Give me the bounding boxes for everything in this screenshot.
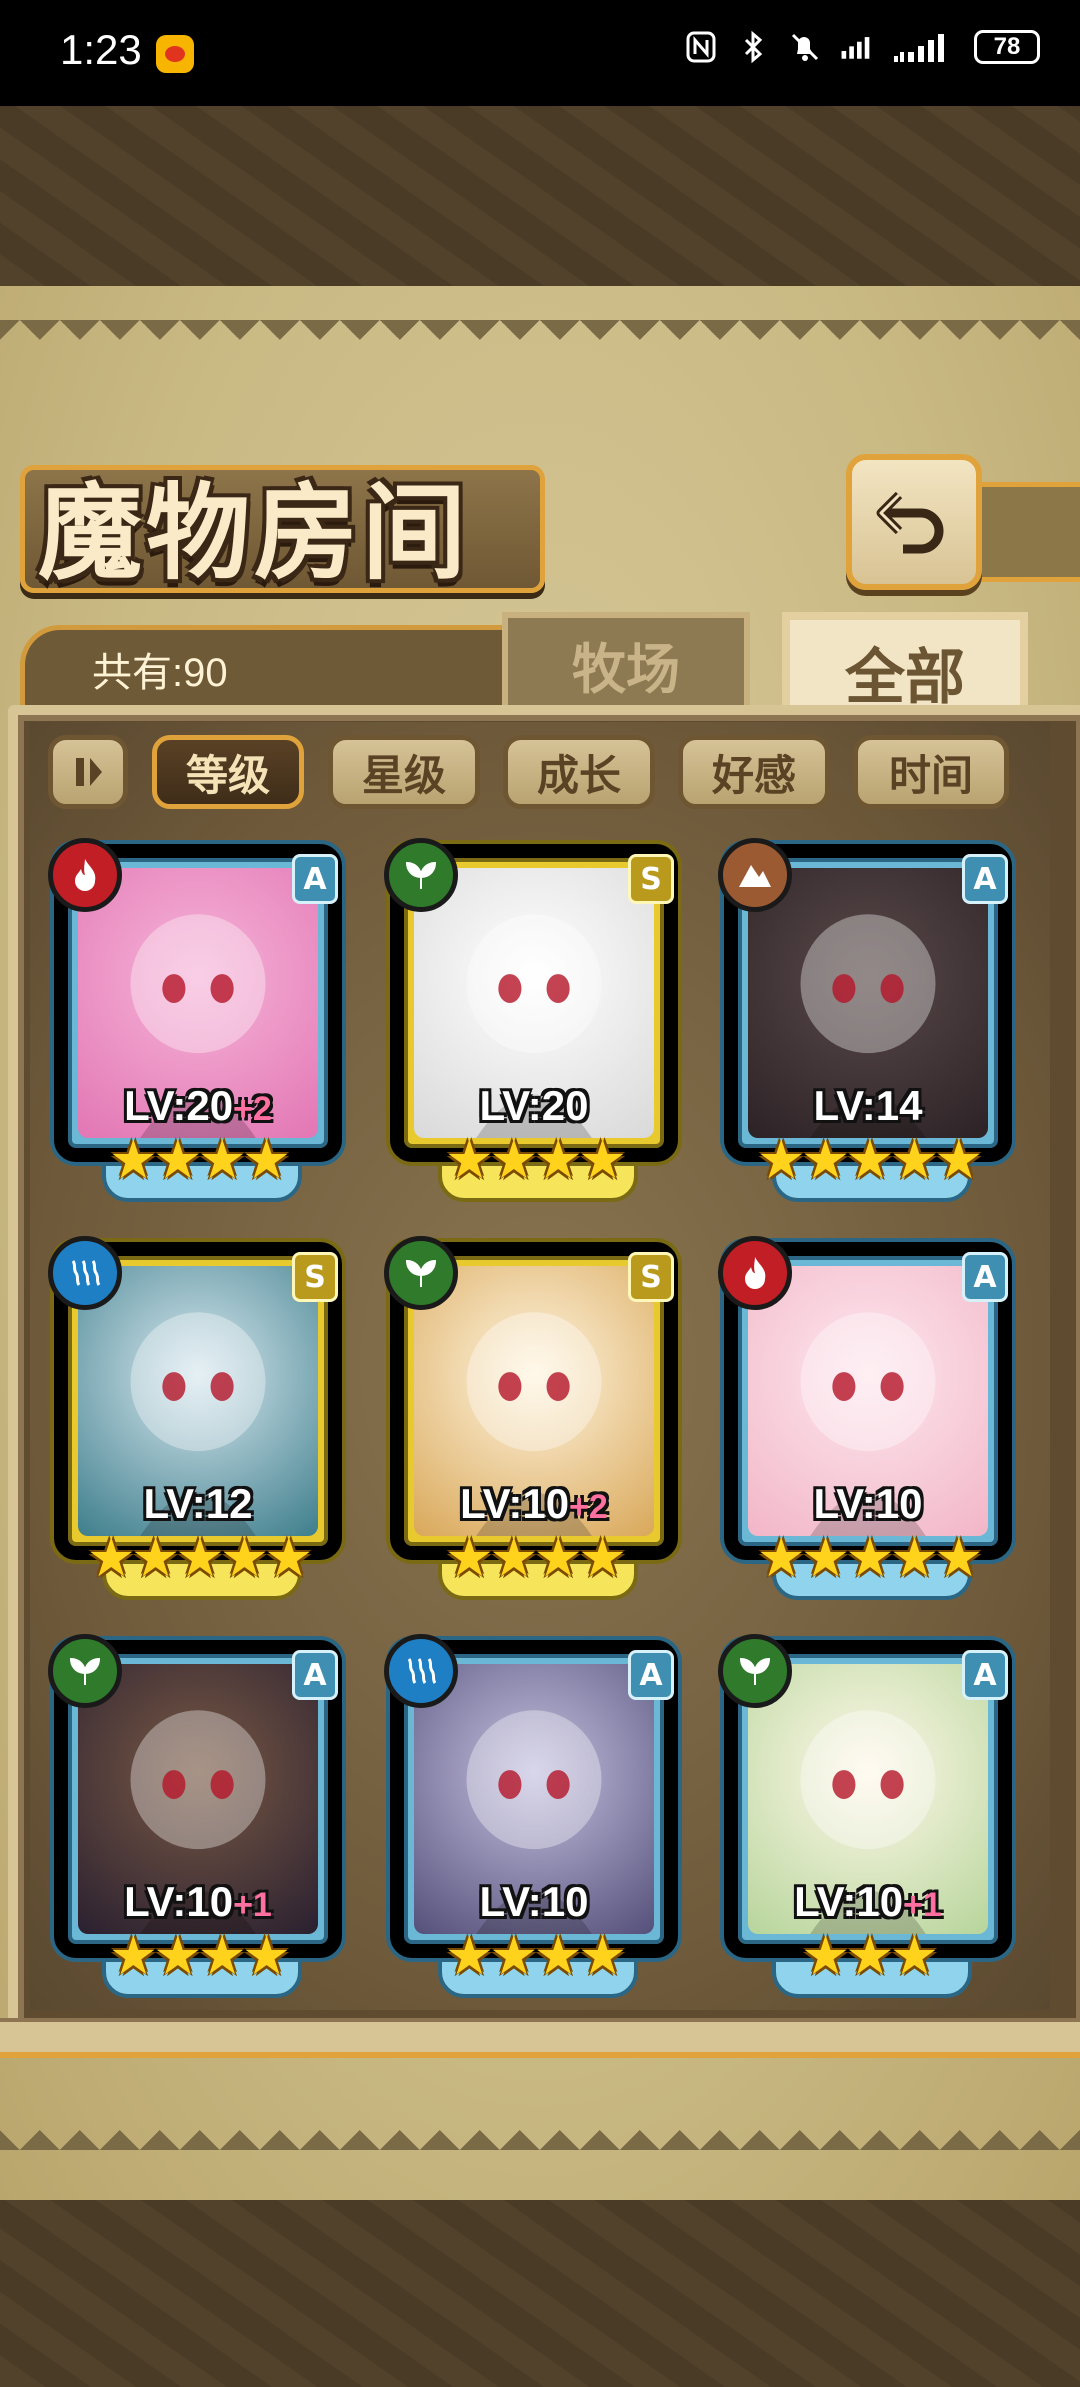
map-background-bottom bbox=[0, 2200, 1080, 2387]
monster-level: LV:12 bbox=[48, 1480, 348, 1528]
star-rating: ★★★★★ bbox=[756, 1526, 983, 1589]
return-icon bbox=[876, 491, 944, 554]
star-rating: ★★★★ bbox=[445, 1526, 627, 1589]
page-title: 魔物房间 bbox=[38, 471, 471, 594]
status-bar: 1:23 78 bbox=[0, 0, 1080, 106]
status-time: 1:23 bbox=[60, 26, 142, 73]
leaf-element-icon bbox=[718, 1634, 792, 1708]
star-rating: ★★★★ bbox=[445, 1128, 627, 1191]
panel-bottom-rail bbox=[0, 2018, 1080, 2058]
rank-badge: A bbox=[962, 1252, 1008, 1302]
monster-card[interactable]: A LV:10+1 ★★★ bbox=[718, 1634, 1018, 1998]
level-text: LV:10 bbox=[794, 1878, 904, 1925]
star-rating: ★★★★★ bbox=[86, 1526, 313, 1589]
tab-pasture[interactable]: 牧场 bbox=[502, 612, 750, 716]
rank-badge: A bbox=[628, 1650, 674, 1700]
level-text: LV:10 bbox=[813, 1480, 923, 1527]
monster-card[interactable]: S LV:20 ★★★★ bbox=[384, 838, 684, 1202]
water-element-icon bbox=[48, 1236, 122, 1310]
battery-indicator: 78 bbox=[974, 30, 1040, 64]
monster-card[interactable]: A LV:10 ★★★★★ bbox=[718, 1236, 1018, 1600]
pause-icon bbox=[76, 758, 102, 786]
rank-badge: S bbox=[628, 1252, 674, 1302]
monster-card[interactable]: A LV:14 ★★★★★ bbox=[718, 838, 1018, 1202]
signal-4g-icon bbox=[892, 30, 956, 64]
rank-badge: S bbox=[628, 854, 674, 904]
rank-badge: A bbox=[962, 1650, 1008, 1700]
fire-element-icon bbox=[718, 1236, 792, 1310]
torn-edge-bottom bbox=[0, 2110, 1080, 2150]
star-rating: ★★★★★ bbox=[756, 1128, 983, 1191]
monster-level: LV:20+2 bbox=[48, 1082, 348, 1130]
leaf-element-icon bbox=[384, 838, 458, 912]
monster-card[interactable]: A LV:20+2 ★★★★ bbox=[48, 838, 348, 1202]
back-button[interactable] bbox=[846, 454, 982, 590]
monster-level: LV:10+2 bbox=[384, 1480, 684, 1528]
rank-badge: A bbox=[292, 854, 338, 904]
level-text: LV:20 bbox=[479, 1082, 589, 1129]
star-rating: ★★★★ bbox=[109, 1128, 291, 1191]
monster-card[interactable]: A LV:10 ★★★★ bbox=[384, 1634, 684, 1998]
level-text: LV:12 bbox=[143, 1480, 253, 1527]
level-bonus: +1 bbox=[903, 1886, 942, 1924]
water-element-icon bbox=[384, 1634, 458, 1708]
monster-level: LV:20 bbox=[384, 1082, 684, 1130]
monster-card[interactable]: A LV:10+1 ★★★★ bbox=[48, 1634, 348, 1998]
monster-card[interactable]: S LV:10+2 ★★★★ bbox=[384, 1236, 684, 1600]
level-bonus: +2 bbox=[233, 1090, 272, 1128]
monster-level: LV:10 bbox=[718, 1480, 1018, 1528]
weibo-icon bbox=[156, 35, 194, 73]
status-icons: 78 bbox=[684, 30, 1040, 64]
mute-icon bbox=[788, 30, 822, 64]
monster-count: 共有:90 bbox=[92, 651, 228, 695]
back-rail bbox=[970, 482, 1080, 582]
nfc-icon bbox=[684, 30, 718, 64]
monster-level: LV:14 bbox=[718, 1082, 1018, 1130]
star-rating: ★★★★ bbox=[445, 1924, 627, 1987]
level-bonus: +1 bbox=[233, 1886, 272, 1924]
sort-order-toggle[interactable] bbox=[48, 735, 128, 809]
level-text: LV:10 bbox=[479, 1878, 589, 1925]
level-text: LV:10 bbox=[124, 1878, 234, 1925]
level-text: LV:10 bbox=[460, 1480, 570, 1527]
leaf-element-icon bbox=[384, 1236, 458, 1310]
monster-level: LV:10+1 bbox=[48, 1878, 348, 1926]
star-rating: ★★★ bbox=[801, 1924, 938, 1987]
bluetooth-icon bbox=[736, 30, 770, 64]
sort-affection-button[interactable]: 好感 bbox=[678, 735, 830, 809]
level-text: LV:20 bbox=[124, 1082, 234, 1129]
level-text: LV:14 bbox=[813, 1082, 923, 1129]
earth-element-icon bbox=[718, 838, 792, 912]
torn-edge-top bbox=[0, 320, 1080, 360]
sort-level-button[interactable]: 等级 bbox=[152, 735, 304, 809]
level-bonus: +2 bbox=[569, 1488, 608, 1526]
rank-badge: S bbox=[292, 1252, 338, 1302]
sort-growth-button[interactable]: 成长 bbox=[503, 735, 655, 809]
rank-badge: A bbox=[292, 1650, 338, 1700]
star-rating: ★★★★ bbox=[109, 1924, 291, 1987]
leaf-element-icon bbox=[48, 1634, 122, 1708]
sort-time-button[interactable]: 时间 bbox=[853, 735, 1009, 809]
fire-element-icon bbox=[48, 838, 122, 912]
rank-badge: A bbox=[962, 854, 1008, 904]
map-background-top bbox=[0, 106, 1080, 286]
monster-level: LV:10+1 bbox=[718, 1878, 1018, 1926]
sort-star-button[interactable]: 星级 bbox=[328, 735, 480, 809]
monster-level: LV:10 bbox=[384, 1878, 684, 1926]
monster-card[interactable]: S LV:12 ★★★★★ bbox=[48, 1236, 348, 1600]
signal-icon bbox=[840, 30, 874, 64]
